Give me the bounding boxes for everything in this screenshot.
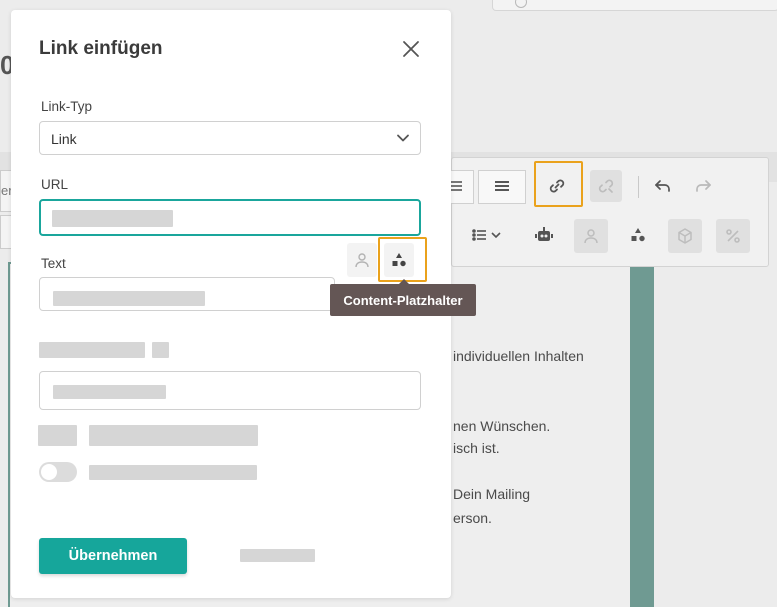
content-placeholder-tooltip: Content-Platzhalter bbox=[330, 279, 476, 316]
discount-button[interactable] bbox=[716, 219, 750, 253]
editor-toolbar bbox=[436, 157, 769, 267]
list-dropdown[interactable] bbox=[466, 219, 508, 251]
undo-button[interactable] bbox=[648, 170, 678, 202]
dialog-title: Link einfügen bbox=[39, 38, 163, 59]
canvas-text-line: individuellen Inhalten bbox=[453, 348, 584, 364]
canvas-text-line: erson. bbox=[453, 510, 492, 526]
ai-assistant-button[interactable] bbox=[526, 219, 562, 251]
text-label: Text bbox=[41, 256, 66, 271]
percent-icon bbox=[726, 229, 740, 243]
text-value-redacted bbox=[53, 291, 205, 306]
url-label: URL bbox=[41, 177, 69, 192]
cube-icon bbox=[678, 228, 692, 244]
text-input[interactable] bbox=[39, 277, 335, 311]
chevron-down-icon bbox=[397, 134, 409, 142]
url-input[interactable] bbox=[39, 199, 421, 236]
list-icon bbox=[472, 229, 501, 241]
close-button[interactable] bbox=[401, 39, 421, 59]
person-icon bbox=[355, 253, 369, 268]
module-button[interactable] bbox=[668, 219, 702, 253]
content-placeholder-highlight bbox=[378, 237, 427, 282]
apply-button[interactable]: Übernehmen bbox=[39, 538, 187, 574]
link-button-highlight bbox=[534, 161, 583, 207]
option-toggle[interactable] bbox=[39, 462, 77, 482]
url-value-redacted bbox=[52, 210, 173, 227]
redacted-option bbox=[38, 425, 77, 446]
close-icon bbox=[403, 41, 419, 57]
undo-icon bbox=[655, 180, 670, 192]
canvas-text-line: nen Wünschen. bbox=[453, 418, 551, 434]
personalization-mini-button[interactable] bbox=[347, 243, 377, 277]
align-justify-button[interactable] bbox=[478, 170, 526, 204]
redacted-cancel-button[interactable] bbox=[240, 549, 315, 562]
align-justify-icon bbox=[495, 181, 509, 191]
unlink-icon bbox=[598, 179, 614, 193]
link-type-label: Link-Typ bbox=[41, 99, 93, 114]
link-type-value: Link bbox=[51, 131, 77, 147]
redacted-label bbox=[152, 342, 169, 358]
redacted-label bbox=[39, 342, 145, 358]
redo-button[interactable] bbox=[688, 170, 718, 202]
redacted-value bbox=[53, 385, 166, 399]
robot-icon bbox=[535, 227, 553, 241]
toolbar-divider bbox=[638, 176, 639, 198]
person-icon bbox=[584, 229, 598, 244]
unlink-button[interactable] bbox=[590, 170, 622, 202]
link-type-select[interactable]: Link bbox=[39, 121, 421, 155]
redo-icon bbox=[696, 180, 711, 192]
canvas-text-line: isch ist. bbox=[453, 440, 500, 456]
redacted-input[interactable] bbox=[39, 371, 421, 410]
shapes-icon bbox=[631, 228, 645, 242]
shield-icon bbox=[515, 0, 527, 8]
content-placeholder-toolbar-button[interactable] bbox=[620, 219, 656, 251]
canvas-text-line: Dein Mailing bbox=[453, 486, 531, 502]
redacted-toggle-label bbox=[89, 465, 257, 480]
personalization-button[interactable] bbox=[574, 219, 608, 253]
top-bar bbox=[492, 0, 777, 11]
redacted-option bbox=[89, 425, 258, 446]
